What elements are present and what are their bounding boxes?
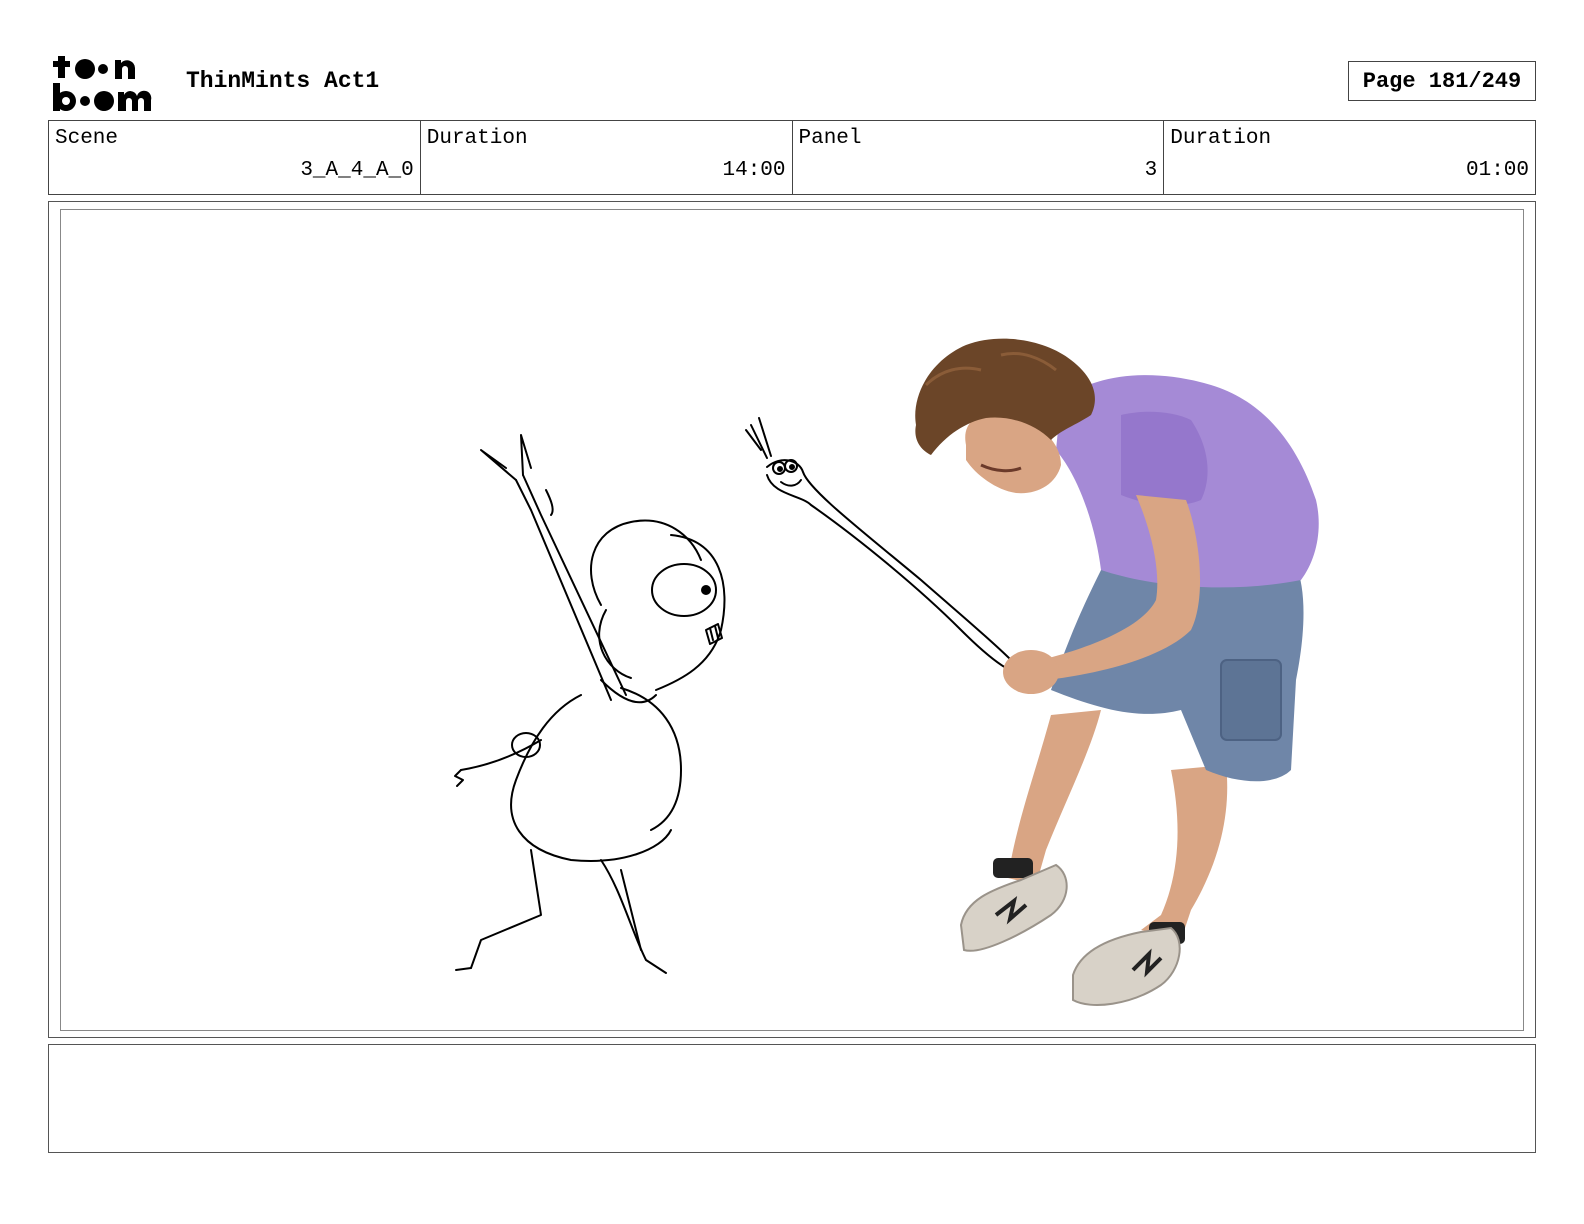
photo-reference-person-icon bbox=[915, 338, 1319, 1006]
scene-duration-cell: Duration 14:00 bbox=[421, 121, 793, 194]
project-title: ThinMints Act1 bbox=[186, 68, 380, 94]
panel-notes-box bbox=[48, 1044, 1536, 1153]
panel-label: Panel bbox=[798, 127, 862, 150]
sketch-character-icon bbox=[454, 434, 726, 974]
panel-duration-cell: Duration 01:00 bbox=[1164, 121, 1535, 194]
logo-top-line bbox=[53, 56, 135, 79]
storyboard-panel bbox=[60, 209, 1524, 1031]
panel-value: 3 bbox=[1144, 159, 1158, 182]
page-indicator: Page 181/249 bbox=[1348, 61, 1536, 101]
panel-duration-label: Duration bbox=[1170, 127, 1272, 150]
scene-info-table: Scene 3_A_4_A_0 Duration 14:00 Panel 3 D… bbox=[48, 120, 1536, 195]
scene-value: 3_A_4_A_0 bbox=[300, 159, 414, 182]
scene-duration-label: Duration bbox=[426, 127, 528, 150]
logo-bottom-line bbox=[53, 83, 152, 111]
scene-label: Scene bbox=[55, 127, 119, 150]
scene-duration-value: 14:00 bbox=[722, 159, 786, 182]
panel-artwork bbox=[454, 338, 1319, 1006]
toon-boom-logo bbox=[53, 56, 152, 111]
panel-cell: Panel 3 bbox=[793, 121, 1165, 194]
scene-cell: Scene 3_A_4_A_0 bbox=[49, 121, 421, 194]
panel-duration-value: 01:00 bbox=[1465, 159, 1529, 182]
